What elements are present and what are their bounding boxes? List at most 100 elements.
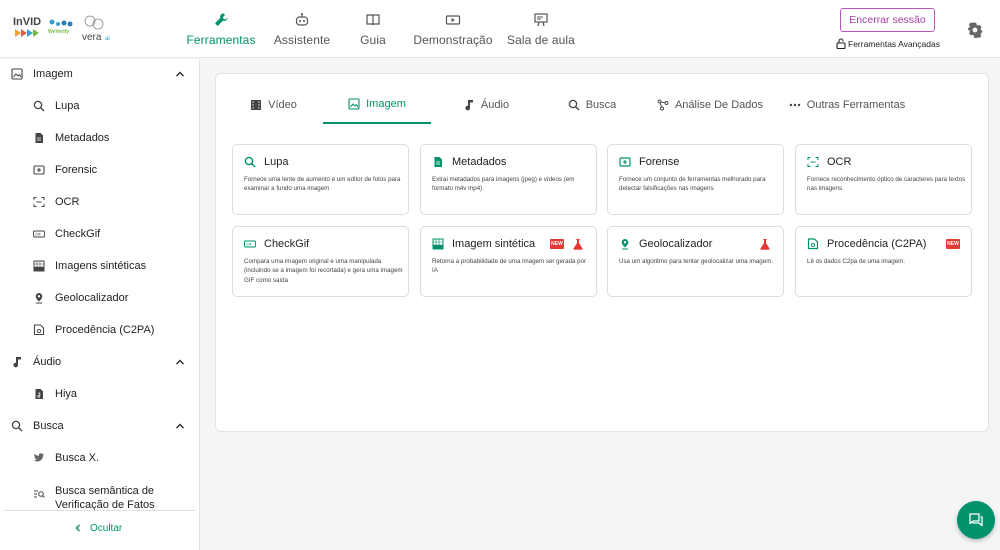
tool-description: Extrai metadados para imagens (jpeg) e v… [432, 176, 575, 193]
gear-icon[interactable] [967, 22, 983, 38]
film-icon [250, 99, 262, 111]
sidebar-item-geolocalizador[interactable]: Geolocalizador [0, 284, 199, 312]
invid-logo: InVID WeVerify vera ai [13, 15, 110, 43]
sidebar-item-label: Forensic [55, 164, 98, 176]
sidebar-item-label: Imagens sintéticas [55, 260, 147, 272]
tab-analise-de-dados[interactable]: Análise De Dados [654, 86, 766, 124]
tab-audio[interactable]: Áudio [456, 86, 516, 124]
search-icon [568, 99, 580, 111]
tab-outras-ferramentas[interactable]: Outras Ferramentas [786, 86, 908, 124]
sidebar-item-label: Lupa [55, 100, 80, 112]
new-badge: NEW [550, 239, 564, 249]
sidebar-section-imagem[interactable]: Imagem [0, 60, 199, 88]
sidebar-item-forensic[interactable]: Forensic [0, 156, 199, 184]
music-note-icon [463, 99, 475, 111]
tool-title: Imagem sintética [452, 238, 536, 250]
music-note-icon [10, 355, 24, 369]
location-pin-icon [621, 239, 629, 250]
sidebar-item-ocr[interactable]: OCR [0, 188, 199, 216]
tool-description: Fornece reconhecimento óptico de caracte… [807, 176, 966, 193]
document-icon [32, 131, 46, 145]
sidebar: Imagem Lupa Metadados Forensic OCR GIF C… [0, 59, 200, 550]
sidebar-item-label: Hiya [55, 388, 78, 400]
ocr-icon [32, 195, 46, 209]
sidebar-item-checkgif[interactable]: GIF CheckGif [0, 220, 199, 248]
tool-card-metadados[interactable]: Metadados Extrai metadados para imagens … [420, 144, 597, 215]
sidebar-item-lupa[interactable]: Lupa [0, 92, 199, 120]
tools-panel: Vídeo Imagem Áudio Busca Análise De Dado… [215, 73, 989, 432]
tool-card-ocr[interactable]: OCR Fornece reconhecimento óptico de car… [795, 144, 972, 215]
tab-label: Imagem [366, 98, 406, 110]
tool-card-geolocalizador[interactable]: Geolocalizador Usa um algoritmo para ten… [607, 226, 784, 297]
sidebar-item-label: Metadados [55, 132, 110, 144]
collapse-sidebar-button[interactable]: Ocultar [74, 520, 122, 536]
sidebar-item-imagens-sinteticas[interactable]: Imagens sintéticas [0, 252, 199, 280]
tool-title: Procedência (C2PA) [827, 238, 927, 250]
nav-label: Guia [360, 33, 386, 47]
sidebar-section-busca[interactable]: Busca [0, 412, 199, 440]
tab-label: Vídeo [268, 99, 297, 111]
sidebar-item-procedencia[interactable]: Procedência (C2PA) [0, 316, 199, 344]
main-nav: Ferramentas Assistente Guia Demonstração [180, 8, 580, 56]
nav-assistente[interactable]: Assistente [262, 8, 342, 56]
tool-title: Lupa [264, 156, 289, 168]
audio-file-icon [32, 387, 46, 401]
sidebar-item-metadados[interactable]: Metadados [0, 124, 199, 152]
sidebar-item-label: OCR [55, 196, 80, 208]
tool-description: Fornece um conjunto de ferramentas melho… [619, 176, 766, 193]
svg-text:GIF: GIF [35, 233, 42, 237]
sidebar-item-hiya[interactable]: Hiya [0, 380, 199, 408]
forensic-icon [619, 157, 631, 167]
sidebar-section-audio[interactable]: Áudio [0, 348, 199, 376]
tool-card-forense[interactable]: Forense Fornece um conjunto de ferrament… [607, 144, 784, 215]
tool-description: Lê os dados C2pa de uma imagem. [807, 258, 906, 265]
tab-label: Análise De Dados [674, 99, 764, 111]
chevron-up-icon[interactable] [174, 68, 186, 80]
ocr-icon [807, 157, 819, 167]
tool-title: Geolocalizador [639, 238, 713, 250]
logout-button[interactable]: Encerrar sessão [840, 8, 935, 32]
tab-busca[interactable]: Busca [563, 86, 621, 124]
tool-title: Metadados [452, 156, 507, 168]
x-logo-icon [32, 451, 46, 465]
app-header: InVID WeVerify vera ai Ferramentas Assis… [0, 0, 1000, 58]
sidebar-item-busca-x[interactable]: Busca X. [0, 444, 199, 472]
svg-text:GIF: GIF [246, 243, 253, 247]
robot-icon [295, 13, 309, 26]
tab-imagem[interactable]: Imagem [323, 86, 431, 124]
svg-text:vera: vera [82, 32, 102, 43]
tab-video[interactable]: Vídeo [246, 86, 301, 124]
tool-title: OCR [827, 156, 852, 168]
semantic-search-icon [32, 487, 46, 501]
nav-label: Demonstração [413, 33, 493, 47]
nav-sala-de-aula[interactable]: Sala de aula [502, 8, 580, 56]
tool-card-checkgif[interactable]: GIF CheckGif Compara uma imagem original… [232, 226, 409, 297]
chat-button[interactable] [957, 501, 995, 539]
nav-ferramentas[interactable]: Ferramentas [180, 8, 262, 56]
video-icon [445, 15, 461, 25]
sidebar-item-label: Busca semântica de [55, 485, 155, 497]
advanced-tools-link[interactable]: Ferramentas Avançadas [836, 38, 940, 49]
sidebar-item-busca-semantica[interactable]: Busca semântica de Verificação de Fatos [0, 476, 199, 511]
location-pin-icon [32, 291, 46, 305]
sidebar-item-label: CheckGif [55, 228, 101, 240]
tool-card-imagem-sintetica[interactable]: Imagem sintética NEW Retorna a probabili… [420, 226, 597, 297]
chevron-up-icon[interactable] [174, 356, 186, 368]
sidebar-section-label: Imagem [33, 68, 73, 80]
wrench-icon [215, 13, 228, 26]
tool-title: Forense [639, 156, 680, 168]
data-analysis-icon [657, 99, 669, 111]
tool-card-procedencia[interactable]: Procedência (C2PA) NEW Lê os dados C2pa … [795, 226, 972, 297]
tool-card-lupa[interactable]: Lupa Fornece uma lente de aumento e um e… [232, 144, 409, 215]
provenance-icon [807, 238, 819, 250]
nav-label: Ferramentas [186, 33, 256, 47]
nav-guia[interactable]: Guia [342, 8, 404, 56]
gif-icon: GIF [32, 227, 46, 241]
brand-logos[interactable]: InVID WeVerify vera ai [12, 14, 120, 46]
tool-description: Compara uma imagem original e uma manipu… [244, 258, 403, 284]
tab-label: Áudio [480, 99, 510, 111]
nav-demonstracao[interactable]: Demonstração [404, 8, 502, 56]
sidebar-item-label: Geolocalizador [55, 292, 129, 304]
chevron-up-icon[interactable] [174, 420, 186, 432]
advanced-tools-label: Ferramentas Avançadas [848, 38, 940, 49]
